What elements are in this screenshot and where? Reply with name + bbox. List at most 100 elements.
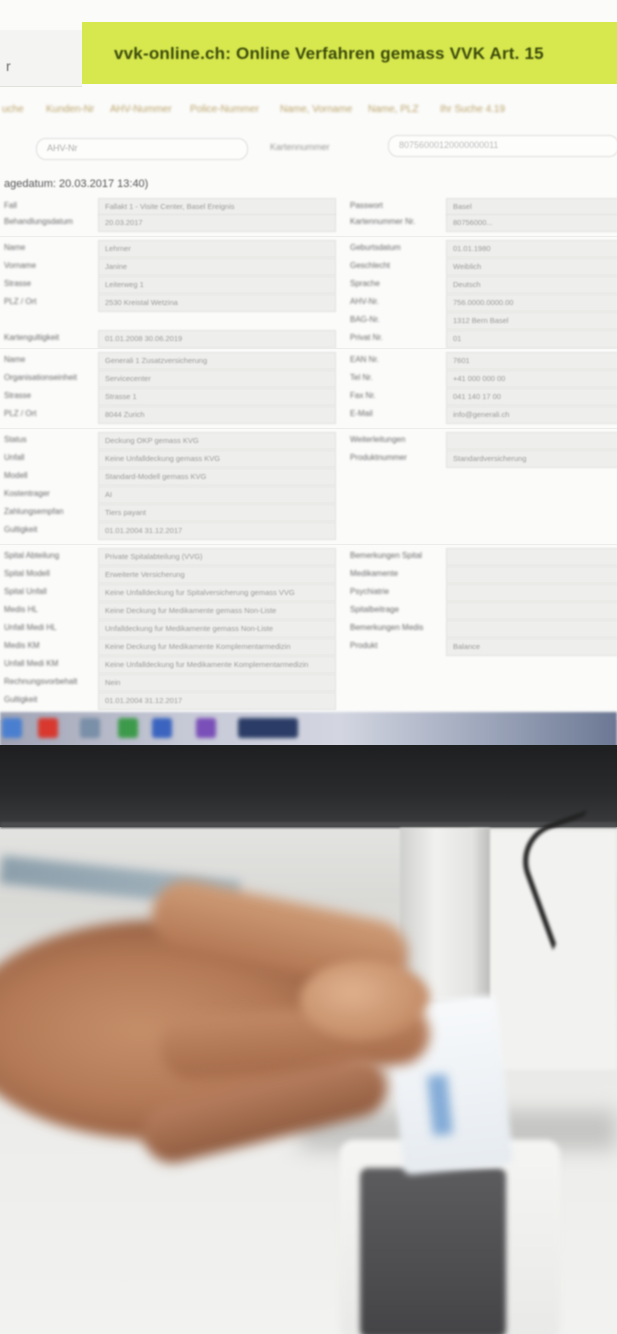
card-number-value: 80756000120000000011 bbox=[399, 140, 499, 150]
field-value: Servicecenter bbox=[105, 374, 151, 383]
field-value-box: 01.01.2004 31.12.2017 bbox=[98, 522, 336, 540]
banner-title: vvk-online.ch: Online Verfahren gemass V… bbox=[114, 44, 544, 63]
field-value: AI bbox=[105, 490, 113, 499]
tab-other[interactable]: Ihr Suche 4.19 bbox=[440, 104, 505, 115]
field-value-box-right: 01.01.1980 bbox=[446, 240, 617, 258]
field-label: Strasse bbox=[4, 279, 32, 288]
tab-customer-number[interactable]: Kunden-Nr bbox=[46, 104, 94, 115]
field-value-box: Servicecenter bbox=[98, 370, 336, 388]
field-value: Lehrner bbox=[105, 244, 131, 253]
field-value-box: Tiers payant bbox=[98, 504, 336, 522]
field-label: Unfall bbox=[4, 453, 25, 462]
ahv-search-placeholder: AHV-Nr bbox=[47, 143, 78, 153]
tab-name[interactable]: Name, Vorname bbox=[280, 104, 352, 115]
field-value-box: 2530 Kreistal Wetzina bbox=[98, 294, 336, 312]
field-label: Unfall Medi HL bbox=[4, 623, 57, 632]
field-label: Spital Abteilung bbox=[4, 551, 60, 560]
field-value-box-right: info@generali.ch bbox=[446, 406, 617, 424]
word-icon[interactable] bbox=[152, 718, 172, 738]
form-section-divider bbox=[0, 544, 617, 545]
field-value-right: 01.01.1980 bbox=[453, 244, 491, 253]
field-label: Organisationseinheit bbox=[4, 373, 77, 382]
field-value-right: 1312 Bern Basel bbox=[453, 316, 509, 325]
query-date: agedatum: 20.03.2017 13:40) bbox=[4, 178, 149, 190]
field-value-right: Basel bbox=[453, 202, 472, 211]
field-value-box-right bbox=[446, 566, 617, 584]
field-value-box: Keine Deckung fur Medikamente Komplement… bbox=[98, 638, 336, 656]
field-value: Generali 1 Zusatzversicherung bbox=[105, 356, 208, 365]
photo-scene: r vvk-online.ch: Online Verfahren gemass… bbox=[0, 0, 617, 1334]
field-value-box-right bbox=[446, 432, 617, 450]
field-value-box: Keine Deckung fur Medikamente gemass Non… bbox=[98, 602, 336, 620]
field-value-box-right: 756.0000.0000.00 bbox=[446, 294, 617, 312]
field-label: Gultigkeit bbox=[4, 525, 38, 534]
field-value: Standard-Modell gemass KVG bbox=[105, 472, 207, 481]
field-value-box-right: +41 000 000 00 bbox=[446, 370, 617, 388]
field-value: 01.01.2004 31.12.2017 bbox=[105, 696, 183, 705]
form-section-divider bbox=[0, 348, 617, 349]
field-label-right: AHV-Nr. bbox=[350, 297, 379, 306]
field-value: Keine Deckung fur Medikamente Komplement… bbox=[105, 642, 291, 651]
field-label-right: Fax Nr. bbox=[350, 391, 376, 400]
ahv-search-input[interactable]: AHV-Nr bbox=[36, 138, 248, 160]
field-value: Keine Unfalldeckung fur Spitalversicheru… bbox=[105, 588, 295, 597]
tab-policy-number[interactable]: Police-Nummer bbox=[190, 104, 259, 115]
field-value-box: 20.03.2017 bbox=[98, 214, 336, 232]
field-value-box-right bbox=[446, 620, 617, 638]
field-label-right: Spitalbeitrage bbox=[350, 605, 399, 614]
field-label: Status bbox=[4, 435, 27, 444]
card-number-label: Kartennummer bbox=[270, 142, 330, 152]
field-label-right: Kartennummer Nr. bbox=[350, 217, 416, 226]
field-value-right: 756.0000.0000.00 bbox=[453, 298, 514, 307]
tab-search[interactable]: uche bbox=[2, 104, 24, 115]
field-label: Fall bbox=[4, 201, 17, 210]
card-number-input[interactable]: 80756000120000000011 bbox=[388, 135, 617, 157]
field-label: Kartengultigkeit bbox=[4, 333, 60, 342]
tab-name-zip[interactable]: Name, PLZ bbox=[368, 104, 419, 115]
field-value-box-right: 1312 Bern Basel bbox=[446, 312, 617, 330]
field-value: Strasse 1 bbox=[105, 392, 137, 401]
field-value: Fallakt 1 - Visite Center, Basel Ereigni… bbox=[105, 202, 235, 211]
acrobat-icon[interactable] bbox=[38, 718, 58, 738]
windows-start-icon[interactable] bbox=[2, 718, 22, 738]
app-banner: vvk-online.ch: Online Verfahren gemass V… bbox=[82, 22, 617, 84]
tab-ahv-number[interactable]: AHV-Nummer bbox=[110, 104, 172, 115]
field-label-right: Psychiatrie bbox=[350, 587, 390, 596]
field-value: Private Spitalabteilung (VVG) bbox=[105, 552, 203, 561]
field-value-box: Keine Unfalldeckung gemass KVG bbox=[98, 450, 336, 468]
field-label: Medis KM bbox=[4, 641, 40, 650]
browser-icon[interactable] bbox=[238, 718, 298, 738]
field-label-right: Tel Nr. bbox=[350, 373, 373, 382]
field-value: Tiers payant bbox=[105, 508, 146, 517]
windows-taskbar bbox=[0, 712, 617, 748]
field-label-right: Passwort bbox=[350, 201, 383, 210]
monitor-screen: r vvk-online.ch: Online Verfahren gemass… bbox=[0, 0, 617, 720]
onenote-icon[interactable] bbox=[196, 718, 216, 738]
hand-thumb bbox=[300, 960, 430, 1040]
field-value-box: Leiterweg 1 bbox=[98, 276, 336, 294]
field-value: Erweiterte Versicherung bbox=[105, 570, 185, 579]
field-label-right: Produkt bbox=[350, 641, 378, 650]
field-label-right: Sprache bbox=[350, 279, 380, 288]
field-value: Deckung OKP gemass KVG bbox=[105, 436, 199, 445]
field-label: Rechnungsvorbehalt bbox=[4, 677, 78, 686]
form-section-divider bbox=[0, 428, 617, 429]
field-label-right: Bemerkungen Spital bbox=[350, 551, 423, 560]
field-value-box: Deckung OKP gemass KVG bbox=[98, 432, 336, 450]
field-value: Keine Unfalldeckung gemass KVG bbox=[105, 454, 221, 463]
field-label: Medis HL bbox=[4, 605, 38, 614]
field-value-box-right: 01 bbox=[446, 330, 617, 348]
field-value: 01.01.2008 30.06.2019 bbox=[105, 334, 183, 343]
field-value-box-right bbox=[446, 602, 617, 620]
field-value-box: Generali 1 Zusatzversicherung bbox=[98, 352, 336, 370]
field-label-right: Produktnummer bbox=[350, 453, 407, 462]
excel-icon[interactable] bbox=[118, 718, 138, 738]
field-label-right: EAN Nr. bbox=[350, 355, 379, 364]
field-value-right: 7601 bbox=[453, 356, 470, 365]
field-value-box: AI bbox=[98, 486, 336, 504]
printer-icon[interactable] bbox=[80, 718, 100, 738]
field-value-box-right: 7601 bbox=[446, 352, 617, 370]
field-value: Leiterweg 1 bbox=[105, 280, 144, 289]
field-value-right: 01 bbox=[453, 334, 462, 343]
field-value-box-right: Deutsch bbox=[446, 276, 617, 294]
